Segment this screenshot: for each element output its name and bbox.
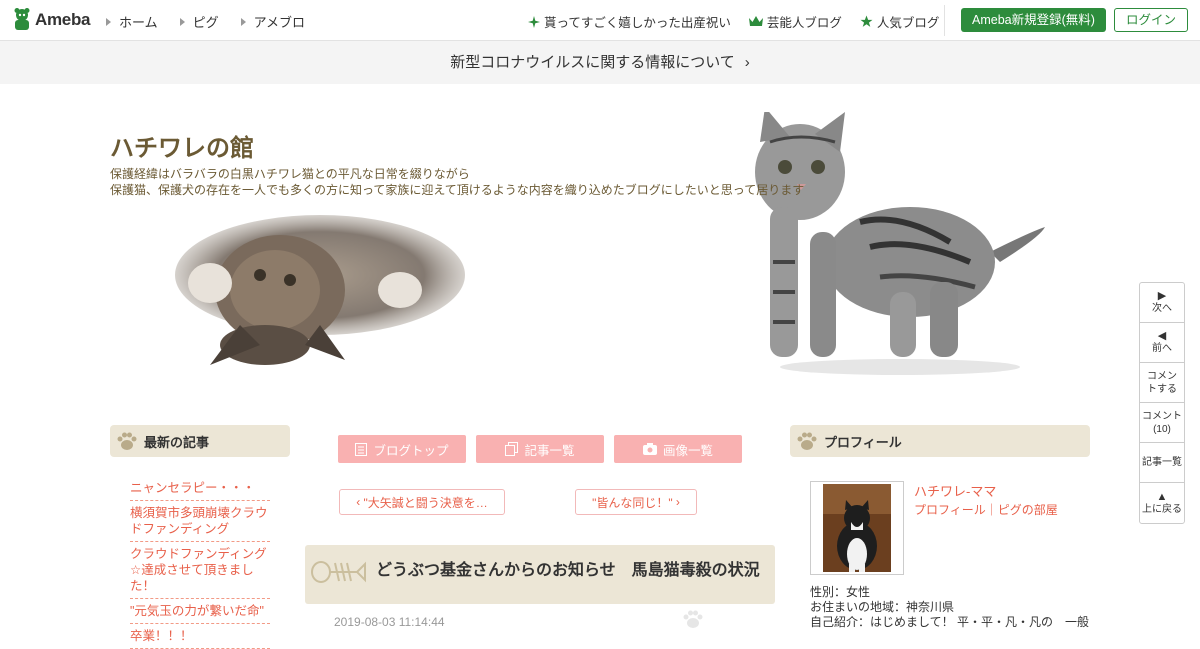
nav-celebrity-blog[interactable]: 芸能人ブログ (748, 12, 842, 31)
comment-label: コメントする (1147, 370, 1177, 395)
fish-bone-icon (311, 561, 366, 583)
nav-pigg[interactable]: ピグ (179, 12, 219, 31)
paw-icon (117, 432, 137, 450)
nav-popular-label: 人気ブログ (876, 16, 940, 30)
divider (944, 5, 945, 36)
profile-location: お住まいの地域：神奈川県 (810, 600, 955, 614)
paw-icon (797, 432, 817, 450)
nav-pigg-label: ピグ (192, 15, 219, 30)
profile-info: 性別：女性 お住まいの地域：神奈川県 自己紹介：はじめまして！ 平・平・凡・凡の… (810, 585, 1089, 630)
login-button[interactable]: ログイン (1114, 8, 1188, 32)
caret-right-icon (179, 17, 185, 26)
entry-list-label: 記事一覧 (1142, 457, 1182, 468)
entry-list-tab[interactable]: 記事一覧 (476, 435, 604, 463)
nav-gift-label: 貰ってすごく嬉しかった出産祝い (544, 16, 731, 30)
blog-top-label: ブログトップ (373, 443, 449, 458)
arrow-up-icon: ▲ (1156, 490, 1168, 503)
profile-heading-label: プロフィール (824, 434, 902, 450)
latest-entry-item[interactable]: ニャンセラピー・・・ (130, 476, 270, 501)
comment-button[interactable]: コメントする (1140, 363, 1184, 403)
covid-notice-banner[interactable]: 新型コロナウイルスに関する情報について › (0, 41, 1200, 84)
play-left-icon: ◀ (1157, 330, 1167, 342)
entry-list-button[interactable]: 記事一覧 (1140, 443, 1184, 483)
latest-entry-item[interactable]: "元気玉の力が繋いだ命" (130, 599, 270, 624)
comments-count-button[interactable]: コメント(10) (1140, 403, 1184, 443)
prev-label: 前へ (1152, 343, 1172, 354)
comments-count-label: コメント(10) (1142, 410, 1182, 435)
chevron-right-icon: › (672, 495, 680, 509)
nav-home[interactable]: ホーム (106, 12, 158, 31)
global-header: Ameba ホーム ピグ アメブロ 貰ってすごく嬉しかった出産祝い 芸能人ブログ… (0, 0, 1200, 41)
global-nav: ホーム ピグ アメブロ (106, 12, 305, 31)
featured-nav: 貰ってすごく嬉しかった出産祝い 芸能人ブログ 人気ブログ (528, 12, 939, 31)
nav-celebrity-label: 芸能人ブログ (766, 16, 842, 30)
latest-entry-item[interactable]: 卒業！！！ (130, 624, 270, 649)
profile-avatar[interactable] (810, 481, 904, 575)
latest-entries-heading: 最新の記事 (110, 425, 290, 457)
caret-right-icon (240, 17, 246, 26)
profile-heading: プロフィール (790, 425, 1090, 457)
blog-description-line-2: 保護猫、保護犬の存在を一人でも多くの方に知って家族に迎えて頂けるような内容を織り… (110, 183, 805, 197)
entry-list-tab-label: 記事一覧 (524, 443, 575, 458)
latest-entries-list: ニャンセラピー・・・ 横須賀市多頭崩壊クラウドファンディング クラウドファンディ… (130, 476, 270, 649)
nav-home-label: ホーム (119, 15, 158, 30)
play-right-icon: ▶ (1157, 290, 1167, 302)
lying-kitten-image (175, 215, 465, 365)
article-title[interactable]: どうぶつ基金さんからのお知らせ 馬島猫毒殺の状況 (376, 556, 760, 580)
blog-description: 保護経緯はバラバラの白黒ハチワレ猫との平凡な日常を綴りながら 保護猫、保護犬の存… (110, 166, 804, 198)
copy-icon (505, 442, 519, 456)
profile-intro: 自己紹介：はじめまして！ 平・平・凡・凡の 一般 (810, 615, 1089, 629)
next-article-label: "皆んな同じ！" (592, 495, 673, 510)
image-list-tab-label: 画像一覧 (662, 443, 713, 458)
sparkle-icon (528, 15, 540, 28)
profile-name-link[interactable]: ハチワレ-ママ (914, 481, 996, 500)
image-list-tab[interactable]: 画像一覧 (614, 435, 742, 463)
paw-icon (683, 610, 703, 628)
camera-icon (642, 443, 657, 455)
caret-right-icon (106, 17, 111, 26)
nav-ameblo[interactable]: アメブロ (240, 12, 305, 31)
blog-title[interactable]: ハチワレの館 (110, 128, 254, 163)
prev-article-label: "大矢誠と闘う決意を… (363, 495, 488, 510)
floating-side-nav: ▶ 次へ ◀ 前へ コメントする コメント(10) 記事一覧 ▲ 上に戻る (1139, 282, 1185, 524)
back-to-top-label: 上に戻る (1142, 503, 1182, 515)
avatar-cat-image (823, 484, 891, 572)
latest-heading-label: 最新の記事 (144, 434, 210, 450)
latest-entry-item[interactable]: 横須賀市多頭崩壊クラウドファンディング (130, 501, 270, 542)
chevron-right-icon: › (744, 54, 750, 71)
profile-gender: 性別：女性 (810, 585, 871, 599)
next-entry-button[interactable]: ▶ 次へ (1140, 283, 1184, 323)
back-to-top-button[interactable]: ▲ 上に戻る (1140, 483, 1184, 523)
standing-kitten-image (755, 112, 1045, 375)
register-button[interactable]: Ameba新規登録(無料) (961, 8, 1106, 32)
nav-popular-blog[interactable]: 人気ブログ (860, 12, 940, 31)
nav-gift-article[interactable]: 貰ってすごく嬉しかった出産祝い (528, 12, 731, 31)
crown-icon (748, 16, 763, 26)
nav-ameblo-label: アメブロ (253, 15, 305, 30)
notice-text: 新型コロナウイルスに関する情報について (450, 54, 735, 71)
next-label: 次へ (1152, 303, 1172, 314)
star-icon (860, 15, 873, 27)
logo-text: Ameba (35, 10, 91, 29)
ameba-mascot-icon (14, 8, 30, 30)
article-date: 2019-08-03 11:14:44 (334, 615, 445, 629)
profile-links[interactable]: プロフィール｜ピグの部屋 (914, 501, 1058, 518)
prev-entry-button[interactable]: ◀ 前へ (1140, 323, 1184, 363)
blog-top-button[interactable]: ブログトップ (338, 435, 466, 463)
next-article-link[interactable]: "皆んな同じ！" › (575, 489, 697, 515)
ameba-logo[interactable]: Ameba (12, 8, 90, 32)
chevron-left-icon: ‹ (356, 495, 364, 509)
blog-description-line-1: 保護経緯はバラバラの白黒ハチワレ猫との平凡な日常を綴りながら (110, 167, 470, 181)
prev-article-link[interactable]: ‹ "大矢誠と闘う決意を… (339, 489, 505, 515)
document-icon (355, 442, 368, 456)
latest-entry-item[interactable]: クラウドファンディング☆達成させて頂きました！ (130, 542, 270, 599)
